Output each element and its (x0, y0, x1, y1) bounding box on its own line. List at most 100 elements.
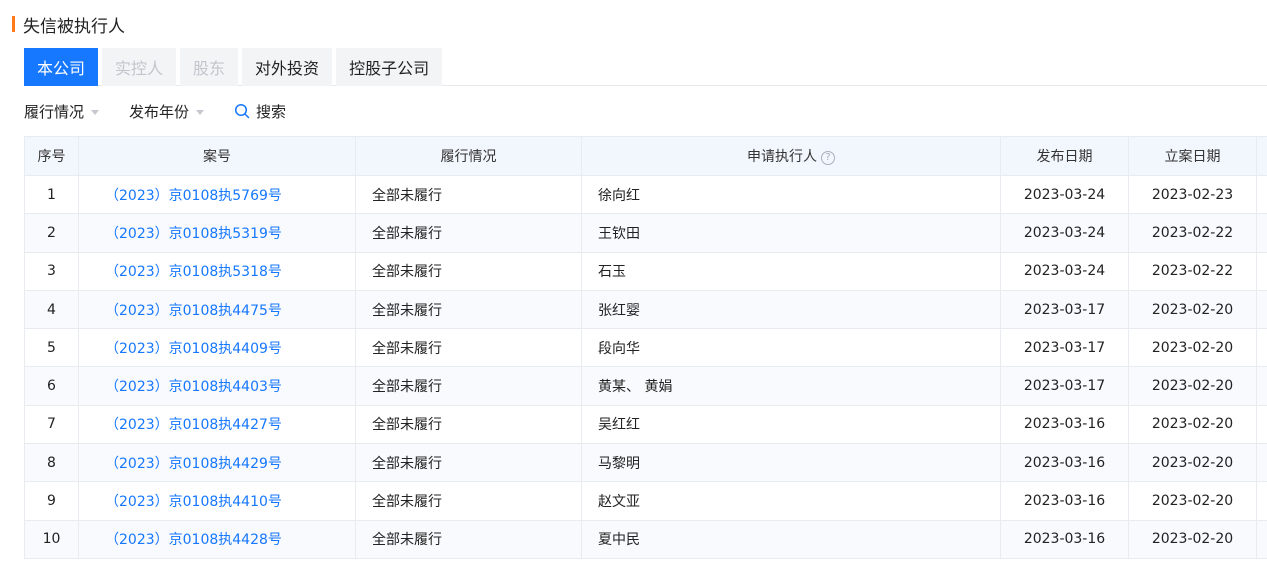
cell-index: 10 (24, 519, 79, 559)
case-number-link[interactable]: （2023）京0108执4403号 (78, 366, 356, 406)
cell-index: 7 (24, 404, 79, 445)
header-applicant: 申请执行人? (581, 136, 1001, 176)
header-publish-date: 发布日期 (1000, 136, 1129, 176)
cell-publish-date: 2023-03-17 (1000, 328, 1129, 368)
filter-bar: 履行情况 发布年份 搜索 (24, 96, 286, 126)
section-title: 失信被执行人 (12, 12, 125, 37)
case-number-link[interactable]: （2023）京0108执4428号 (78, 519, 356, 559)
help-icon[interactable]: ? (821, 151, 835, 165)
table-header-row: 序号 案号 履行情况 申请执行人? 发布日期 立案日期 (24, 136, 1267, 176)
cell-publish-date: 2023-03-24 (1000, 174, 1129, 215)
cell-applicant: 黄某、 黄娟 (581, 366, 1001, 406)
cell-publish-date: 2023-03-16 (1000, 519, 1129, 559)
cell-publish-date: 2023-03-16 (1000, 481, 1129, 521)
cell-overflow (1256, 481, 1267, 521)
search-icon (234, 103, 250, 119)
table-row: 7 （2023）京0108执4427号 全部未履行 吴红红 2023-03-16… (24, 404, 1267, 445)
section-title-text: 失信被执行人 (23, 16, 125, 37)
cell-status: 全部未履行 (355, 366, 582, 406)
cell-applicant: 石玉 (581, 251, 1001, 291)
cell-overflow (1256, 289, 1267, 330)
cell-filing-date: 2023-02-20 (1128, 404, 1257, 445)
cell-publish-date: 2023-03-17 (1000, 289, 1129, 330)
cell-overflow (1256, 443, 1267, 483)
cell-filing-date: 2023-02-22 (1128, 213, 1257, 253)
tab-actual-controller: 实控人 (102, 48, 177, 86)
cell-filing-date: 2023-02-20 (1128, 443, 1257, 483)
cell-filing-date: 2023-02-20 (1128, 328, 1257, 368)
cell-index: 9 (24, 481, 79, 521)
cell-index: 2 (24, 213, 79, 253)
case-number-link[interactable]: （2023）京0108执5319号 (78, 213, 356, 253)
cell-publish-date: 2023-03-16 (1000, 404, 1129, 445)
table-row: 9 （2023）京0108执4410号 全部未履行 赵文亚 2023-03-16… (24, 481, 1267, 521)
header-filing-date: 立案日期 (1128, 136, 1257, 176)
table-row: 8 （2023）京0108执4429号 全部未履行 马黎明 2023-03-16… (24, 443, 1267, 483)
cell-overflow (1256, 251, 1267, 291)
cell-status: 全部未履行 (355, 213, 582, 253)
header-applicant-label: 申请执行人 (747, 149, 817, 165)
cell-status: 全部未履行 (355, 404, 582, 445)
performance-filter-label: 履行情况 (24, 102, 85, 121)
publish-year-filter-label: 发布年份 (129, 102, 190, 121)
cell-overflow (1256, 519, 1267, 559)
cell-publish-date: 2023-03-17 (1000, 366, 1129, 406)
cell-filing-date: 2023-02-23 (1128, 174, 1257, 215)
cell-filing-date: 2023-02-22 (1128, 251, 1257, 291)
search-label: 搜索 (256, 102, 287, 121)
cell-publish-date: 2023-03-24 (1000, 213, 1129, 253)
tab-this-company[interactable]: 本公司 (24, 48, 99, 86)
cell-publish-date: 2023-03-24 (1000, 251, 1129, 291)
header-overflow (1256, 136, 1267, 176)
case-number-link[interactable]: （2023）京0108执4475号 (78, 289, 356, 330)
performance-filter-dropdown[interactable]: 履行情况 (24, 101, 100, 122)
cell-applicant: 马黎明 (581, 443, 1001, 483)
case-number-link[interactable]: （2023）京0108执4409号 (78, 328, 356, 368)
cell-index: 1 (24, 174, 79, 215)
table-row: 1 （2023）京0108执5769号 全部未履行 徐向红 2023-03-24… (24, 174, 1267, 215)
case-number-link[interactable]: （2023）京0108执5769号 (78, 174, 356, 215)
table-row: 4 （2023）京0108执4475号 全部未履行 张红婴 2023-03-17… (24, 289, 1267, 330)
cell-applicant: 徐向红 (581, 174, 1001, 215)
publish-year-filter-dropdown[interactable]: 发布年份 (129, 101, 205, 122)
case-number-link[interactable]: （2023）京0108执4427号 (78, 404, 356, 445)
header-case-no: 案号 (78, 136, 356, 176)
cell-status: 全部未履行 (355, 328, 582, 368)
cell-status: 全部未履行 (355, 174, 582, 215)
table-row: 6 （2023）京0108执4403号 全部未履行 黄某、 黄娟 2023-03… (24, 366, 1267, 406)
cell-overflow (1256, 404, 1267, 445)
cell-publish-date: 2023-03-16 (1000, 443, 1129, 483)
cell-index: 6 (24, 366, 79, 406)
case-number-link[interactable]: （2023）京0108执4410号 (78, 481, 356, 521)
title-accent-bar (12, 16, 15, 32)
cell-applicant: 王钦田 (581, 213, 1001, 253)
cell-filing-date: 2023-02-20 (1128, 519, 1257, 559)
cell-status: 全部未履行 (355, 443, 582, 483)
case-number-link[interactable]: （2023）京0108执4429号 (78, 443, 356, 483)
header-index: 序号 (24, 136, 79, 176)
caret-down-icon (196, 109, 205, 115)
cell-overflow (1256, 366, 1267, 406)
cell-status: 全部未履行 (355, 519, 582, 559)
tab-external-investment[interactable]: 对外投资 (242, 48, 333, 86)
cell-index: 3 (24, 251, 79, 291)
cell-overflow (1256, 213, 1267, 253)
tab-bar: 本公司 实控人 股东 对外投资 控股子公司 (24, 48, 1267, 86)
cell-applicant: 段向华 (581, 328, 1001, 368)
tab-subsidiaries[interactable]: 控股子公司 (336, 48, 443, 86)
cell-applicant: 吴红红 (581, 404, 1001, 445)
table-row: 3 （2023）京0108执5318号 全部未履行 石玉 2023-03-24 … (24, 251, 1267, 291)
case-number-link[interactable]: （2023）京0108执5318号 (78, 251, 356, 291)
table-row: 5 （2023）京0108执4409号 全部未履行 段向华 2023-03-17… (24, 328, 1267, 368)
tab-shareholders: 股东 (180, 48, 239, 86)
cell-status: 全部未履行 (355, 251, 582, 291)
cell-index: 5 (24, 328, 79, 368)
cell-filing-date: 2023-02-20 (1128, 289, 1257, 330)
caret-down-icon (91, 109, 100, 115)
table-row: 2 （2023）京0108执5319号 全部未履行 王钦田 2023-03-24… (24, 213, 1267, 253)
cell-index: 8 (24, 443, 79, 483)
cell-overflow (1256, 328, 1267, 368)
cell-overflow (1256, 174, 1267, 215)
search-button[interactable]: 搜索 (234, 101, 286, 122)
cell-status: 全部未履行 (355, 289, 582, 330)
